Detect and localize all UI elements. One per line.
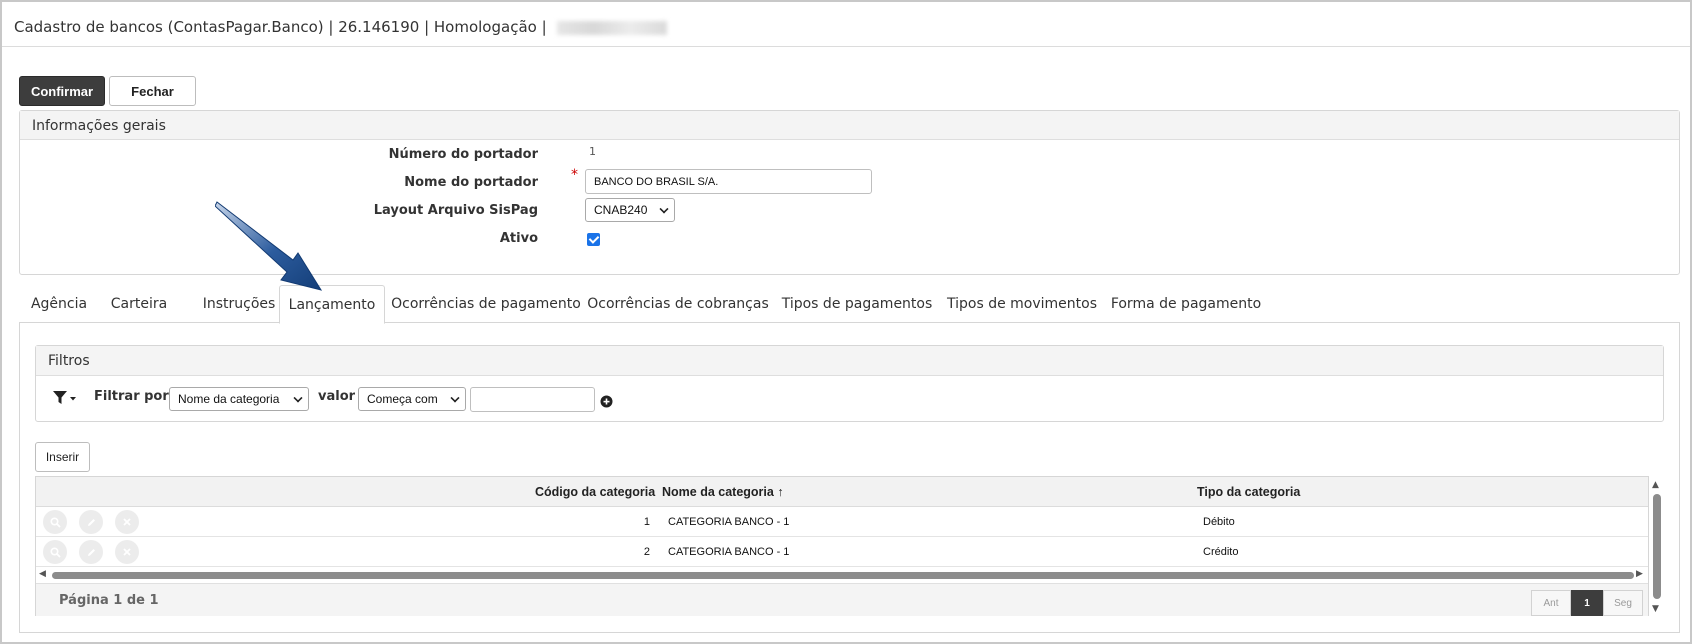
horizontal-scrollbar[interactable]: ◀ ▶ [36,569,1648,581]
column-header-nome-label: Nome da categoria [662,485,774,499]
add-filter-icon[interactable] [600,393,613,412]
numero-portador-label: Número do portador [388,147,538,162]
filter-value-input[interactable] [470,387,595,412]
tab-ocorrencias-pagamento[interactable]: Ocorrências de pagamento [390,285,582,323]
scroll-up-icon[interactable]: ▲ [1652,480,1659,490]
sort-ascending-icon: ↑ [777,485,784,499]
cell-codigo: 2 [643,546,650,558]
table-row[interactable]: 2 CATEGORIA BANCO - 1 Crédito [36,537,1648,567]
ativo-checkbox[interactable] [587,233,600,246]
filter-by-label: Filtrar por [94,389,169,404]
cell-nome: CATEGORIA BANCO - 1 [668,516,790,528]
view-icon[interactable] [43,510,67,534]
window-title: Cadastro de bancos (ContasPagar.Banco) |… [14,18,547,36]
column-header-tipo[interactable]: Tipo da categoria [1197,485,1300,499]
cell-nome: CATEGORIA BANCO - 1 [668,546,790,558]
chevron-down-icon [659,204,669,214]
tab-ocorrencias-cobrancas[interactable]: Ocorrências de cobranças [582,285,774,323]
close-button[interactable]: Fechar [109,76,196,106]
cell-tipo: Débito [1203,516,1235,528]
cell-codigo: 1 [643,516,650,528]
nome-portador-input[interactable] [585,169,872,194]
general-info-title: Informações gerais [20,111,1679,140]
required-marker: * [571,167,578,183]
pager-next-button[interactable]: Seg [1603,590,1643,616]
nome-portador-label: Nome do portador [404,175,538,190]
edit-icon[interactable] [79,510,103,534]
cell-tipo: Crédito [1203,546,1239,558]
tab-tipos-movimentos[interactable]: Tipos de movimentos [940,285,1104,323]
annotation-arrow-icon [215,201,323,291]
grid-footer: Página 1 de 1 Ant 1 Seg [36,583,1648,616]
layout-sispag-value: CNAB240 [594,203,648,217]
filter-operator-select[interactable]: Começa com [358,387,466,411]
window-title-bar: Cadastro de bancos (ContasPagar.Banco) |… [2,2,1690,47]
insert-button[interactable]: Inserir [35,442,90,472]
scroll-left-icon[interactable]: ◀ [39,569,46,579]
chevron-down-icon [293,393,303,403]
view-icon[interactable] [43,540,67,564]
column-header-codigo[interactable]: Código da categoria [535,485,655,499]
tab-forma-pagamento[interactable]: Forma de pagamento [1104,285,1268,323]
tab-agencia[interactable]: Agência [19,285,99,323]
filters-title: Filtros [36,346,1663,376]
table-row[interactable]: 1 CATEGORIA BANCO - 1 Débito [36,507,1648,537]
filter-field-value: Nome da categoria [178,392,280,406]
filter-operator-value: Começa com [367,392,438,406]
redacted-text [557,20,668,35]
delete-icon[interactable] [115,540,139,564]
confirm-button[interactable]: Confirmar [19,76,105,106]
layout-sispag-select[interactable]: CNAB240 [585,198,675,222]
scroll-right-icon[interactable]: ▶ [1636,569,1643,579]
filters-panel: Filtros Filtrar por Nome da categoria va… [35,345,1664,422]
pager-prev-button[interactable]: Ant [1531,590,1571,616]
tab-tipos-pagamentos[interactable]: Tipos de pagamentos [774,285,940,323]
pager-current-page[interactable]: 1 [1571,590,1603,616]
numero-portador-value: 1 [589,145,596,158]
column-header-nome[interactable]: Nome da categoria ↑ [662,485,784,499]
delete-icon[interactable] [115,510,139,534]
filter-icon[interactable] [52,390,78,410]
edit-icon[interactable] [79,540,103,564]
category-grid: Código da categoria Nome da categoria ↑ … [35,476,1649,616]
chevron-down-icon [450,393,460,403]
vertical-scrollbar[interactable]: ▲ ▼ [1651,476,1663,616]
filter-field-select[interactable]: Nome da categoria [169,387,309,411]
grid-header: Código da categoria Nome da categoria ↑ … [36,477,1648,507]
scroll-down-icon[interactable]: ▼ [1652,604,1659,614]
page-info: Página 1 de 1 [59,593,159,608]
tab-carteira[interactable]: Carteira [99,285,179,323]
vertical-scroll-thumb[interactable] [1653,494,1661,599]
horizontal-scroll-thumb[interactable] [52,572,1634,579]
filter-value-label: valor [318,389,356,404]
